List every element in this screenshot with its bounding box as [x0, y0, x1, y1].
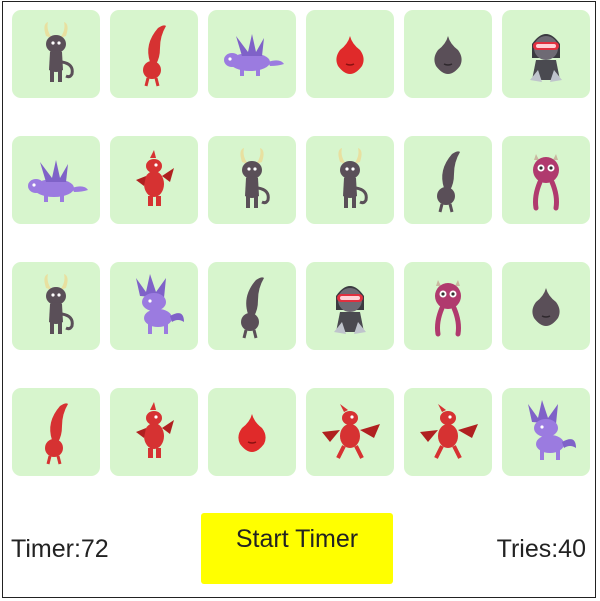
memory-card[interactable]	[208, 262, 296, 350]
gray-leaf-sprite-icon	[437, 151, 460, 213]
memory-card[interactable]	[404, 388, 492, 476]
purple-wolf-icon	[136, 274, 184, 334]
purple-dragon-icon	[28, 160, 88, 202]
memory-card[interactable]	[208, 388, 296, 476]
goggle-ninja-icon	[530, 34, 562, 82]
red-winged-dragon-icon	[420, 404, 478, 459]
red-blob-icon	[238, 414, 266, 452]
memory-card[interactable]	[502, 262, 590, 350]
horned-imp-icon	[44, 22, 74, 82]
gray-leaf-sprite-icon	[241, 277, 264, 339]
start-timer-button[interactable]: Start Timer	[201, 513, 393, 584]
goggle-ninja-icon	[334, 286, 366, 334]
horned-imp-icon	[240, 148, 270, 208]
magenta-tentacle-icon	[435, 280, 461, 337]
red-winged-dragon-icon	[322, 404, 380, 459]
memory-card[interactable]	[306, 136, 394, 224]
memory-card[interactable]	[502, 10, 590, 98]
memory-card[interactable]	[306, 388, 394, 476]
purple-wolf-icon	[528, 400, 576, 460]
red-leaf-sprite-icon	[45, 403, 68, 465]
memory-card[interactable]	[208, 136, 296, 224]
red-dragon-icon	[136, 150, 174, 206]
memory-card[interactable]	[12, 388, 100, 476]
memory-card[interactable]	[110, 10, 198, 98]
status-bar: Timer:72 Start Timer Tries:40	[0, 512, 600, 586]
gray-blob-icon	[532, 288, 560, 326]
memory-card[interactable]	[404, 136, 492, 224]
gray-blob-icon	[434, 36, 462, 74]
memory-card[interactable]	[12, 10, 100, 98]
memory-card[interactable]	[110, 388, 198, 476]
horned-imp-icon	[338, 148, 368, 208]
red-blob-icon	[336, 36, 364, 74]
memory-card[interactable]	[306, 10, 394, 98]
memory-card[interactable]	[404, 10, 492, 98]
memory-card[interactable]	[12, 262, 100, 350]
horned-imp-icon	[44, 274, 74, 334]
red-dragon-icon	[136, 402, 174, 458]
memory-card[interactable]	[110, 262, 198, 350]
tries-counter: Tries:40	[496, 535, 586, 563]
timer-display: Timer:72	[11, 535, 109, 563]
memory-card[interactable]	[502, 388, 590, 476]
magenta-tentacle-icon	[533, 154, 559, 211]
red-leaf-sprite-icon	[143, 25, 166, 87]
purple-dragon-icon	[224, 34, 284, 76]
memory-card[interactable]	[502, 136, 590, 224]
memory-card[interactable]	[208, 10, 296, 98]
memory-card[interactable]	[12, 136, 100, 224]
memory-card[interactable]	[404, 262, 492, 350]
memory-card[interactable]	[306, 262, 394, 350]
memory-card[interactable]	[110, 136, 198, 224]
card-grid	[12, 10, 590, 476]
